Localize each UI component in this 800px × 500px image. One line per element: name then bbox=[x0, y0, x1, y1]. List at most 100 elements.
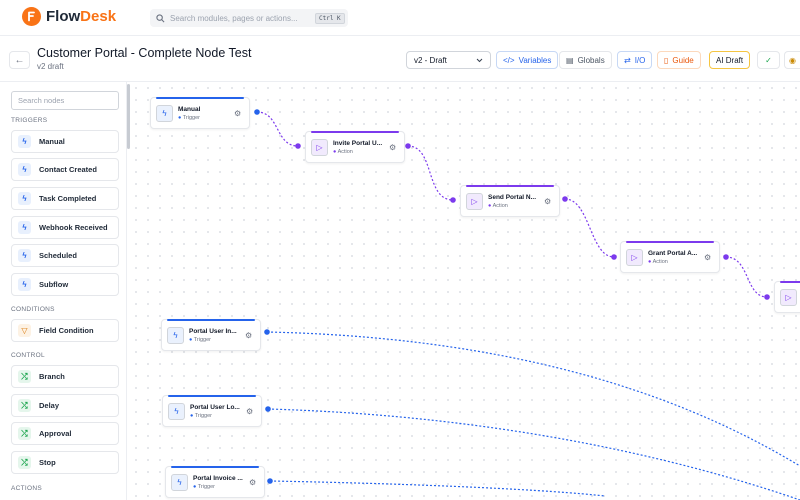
workflow-node[interactable]: ▷ Invite Portal U... ● Action ⚙ bbox=[305, 131, 405, 163]
app-logo[interactable]: FlowDesk bbox=[22, 7, 116, 26]
output-port[interactable] bbox=[723, 254, 729, 260]
output-port[interactable] bbox=[264, 329, 270, 335]
input-port[interactable] bbox=[764, 294, 770, 300]
workflow-header: ← Customer Portal - Complete Node Test v… bbox=[0, 36, 800, 82]
workflow-node[interactable]: ▷ Send Portal N... ● Action ⚙ bbox=[460, 185, 560, 217]
edges-layer bbox=[254, 109, 800, 500]
bolt-icon: ϟ bbox=[168, 403, 185, 420]
workflow-node[interactable]: ϟ Portal Invoice ... ● Trigger ⚙ bbox=[165, 466, 265, 498]
node-label: Portal User Lo... bbox=[190, 404, 240, 411]
code-icon: </> bbox=[503, 55, 515, 65]
node-type: ● Action bbox=[488, 203, 508, 209]
input-port[interactable] bbox=[611, 254, 617, 260]
node-search-input[interactable] bbox=[11, 91, 119, 110]
workflow-canvas[interactable]: ϟ Manual ● Trigger ⚙ ▷ Invite Portal U..… bbox=[130, 82, 800, 500]
node-accent-bar bbox=[171, 466, 259, 468]
bolt-icon: ϟ bbox=[18, 249, 31, 262]
shuffle-icon: ⤮ bbox=[18, 427, 31, 440]
book-icon: ▯ bbox=[664, 55, 669, 65]
logo-icon bbox=[22, 7, 41, 26]
edge-grant-to-next[interactable] bbox=[725, 256, 768, 298]
node-label: Portal Invoice ... bbox=[193, 475, 243, 482]
output-port[interactable] bbox=[562, 196, 568, 202]
play-icon: ▷ bbox=[626, 249, 643, 266]
gear-icon[interactable]: ⚙ bbox=[704, 253, 711, 262]
edge-portal-user-in[interactable] bbox=[266, 331, 800, 467]
shuffle-icon: ⤮ bbox=[18, 456, 31, 469]
global-search[interactable]: Ctrl K bbox=[150, 9, 348, 27]
workflow-node-partial[interactable]: ▷ bbox=[774, 281, 800, 313]
node-type: ● Action bbox=[333, 149, 353, 155]
palette-item-stop[interactable]: ⤮ Stop bbox=[11, 451, 119, 474]
globals-button[interactable]: ▤ Globals bbox=[559, 51, 612, 69]
version-select[interactable]: v2 - Draft bbox=[406, 51, 491, 69]
node-accent-bar bbox=[311, 131, 399, 133]
output-port[interactable] bbox=[254, 109, 260, 115]
node-label: Invite Portal U... bbox=[333, 140, 383, 147]
node-accent-bar bbox=[167, 319, 255, 321]
gear-icon[interactable]: ⚙ bbox=[249, 478, 256, 487]
node-label: Manual bbox=[178, 106, 201, 113]
node-accent-bar bbox=[466, 185, 554, 187]
top-bar: FlowDesk Ctrl K bbox=[0, 0, 800, 36]
palette-item-manual[interactable]: ϟ Manual bbox=[11, 130, 119, 153]
palette-item-scheduled[interactable]: ϟ Scheduled bbox=[11, 244, 119, 267]
gear-icon[interactable]: ⚙ bbox=[246, 407, 253, 416]
gear-icon[interactable]: ⚙ bbox=[544, 197, 551, 206]
back-button[interactable]: ← bbox=[9, 51, 30, 69]
gear-icon[interactable]: ⚙ bbox=[245, 331, 252, 340]
section-label-control: CONTROL bbox=[11, 352, 45, 359]
bolt-icon: ϟ bbox=[171, 474, 188, 491]
output-port[interactable] bbox=[267, 478, 273, 484]
workflow-node[interactable]: ▷ Grant Portal A... ● Action ⚙ bbox=[620, 241, 720, 273]
edge-send-to-grant[interactable] bbox=[564, 198, 615, 258]
bolt-icon: ϟ bbox=[18, 278, 31, 291]
preview-button[interactable]: ◉ bbox=[784, 51, 800, 69]
guide-button[interactable]: ▯ Guide bbox=[657, 51, 701, 69]
palette-item-task-completed[interactable]: ϟ Task Completed bbox=[11, 187, 119, 210]
document-icon: ▤ bbox=[566, 55, 574, 65]
output-port[interactable] bbox=[265, 406, 271, 412]
io-button[interactable]: ⇄ I/O bbox=[617, 51, 653, 69]
edge-portal-user-lo[interactable] bbox=[267, 408, 800, 500]
palette-item-delay[interactable]: ⤮ Delay bbox=[11, 394, 119, 417]
palette-item-approval[interactable]: ⤮ Approval bbox=[11, 422, 119, 445]
validate-button[interactable]: ✓ bbox=[757, 51, 780, 69]
gear-icon[interactable]: ⚙ bbox=[234, 109, 241, 118]
node-label: Grant Portal A... bbox=[648, 250, 698, 257]
ai-draft-button[interactable]: AI Draft bbox=[709, 51, 751, 69]
input-port[interactable] bbox=[450, 197, 456, 203]
workflow-node[interactable]: ϟ Portal User In... ● Trigger ⚙ bbox=[161, 319, 261, 351]
bolt-icon: ϟ bbox=[18, 163, 31, 176]
search-input[interactable] bbox=[170, 13, 310, 23]
output-port[interactable] bbox=[405, 143, 411, 149]
palette-item-webhook-received[interactable]: ϟ Webhook Received bbox=[11, 216, 119, 239]
edge-manual-to-invite[interactable] bbox=[256, 111, 299, 147]
bolt-icon: ϟ bbox=[167, 327, 184, 344]
chevron-down-icon bbox=[476, 58, 483, 62]
node-palette: TRIGGERS ϟManual ϟContact Created ϟTask … bbox=[0, 82, 127, 500]
shuffle-icon: ⤮ bbox=[18, 370, 31, 383]
node-accent-bar bbox=[156, 97, 244, 99]
section-label-conditions: CONDITIONS bbox=[11, 306, 55, 313]
workflow-node[interactable]: ϟ Portal User Lo... ● Trigger ⚙ bbox=[162, 395, 262, 427]
workflow-node[interactable]: ϟ Manual ● Trigger ⚙ bbox=[150, 97, 250, 129]
bolt-icon: ϟ bbox=[18, 192, 31, 205]
palette-item-field-condition[interactable]: ▽ Field Condition bbox=[11, 319, 119, 342]
bolt-icon: ϟ bbox=[18, 135, 31, 148]
gear-icon[interactable]: ⚙ bbox=[389, 143, 396, 152]
variables-button[interactable]: </> Variables bbox=[496, 51, 559, 69]
input-port[interactable] bbox=[295, 143, 301, 149]
version-select-value: v2 - Draft bbox=[414, 55, 447, 65]
node-label: Send Portal N... bbox=[488, 194, 537, 201]
palette-item-subflow[interactable]: ϟ Subflow bbox=[11, 273, 119, 296]
node-type: ● Trigger bbox=[178, 115, 200, 121]
edge-portal-invoice[interactable] bbox=[269, 480, 606, 497]
palette-item-branch[interactable]: ⤮ Branch bbox=[11, 365, 119, 388]
section-label-actions: ACTIONS bbox=[11, 485, 42, 492]
edge-invite-to-send[interactable] bbox=[407, 145, 454, 201]
arrow-left-icon: ← bbox=[14, 54, 25, 66]
eye-icon: ◉ bbox=[789, 55, 796, 65]
play-icon: ▷ bbox=[311, 139, 328, 156]
palette-item-contact-created[interactable]: ϟ Contact Created bbox=[11, 158, 119, 181]
